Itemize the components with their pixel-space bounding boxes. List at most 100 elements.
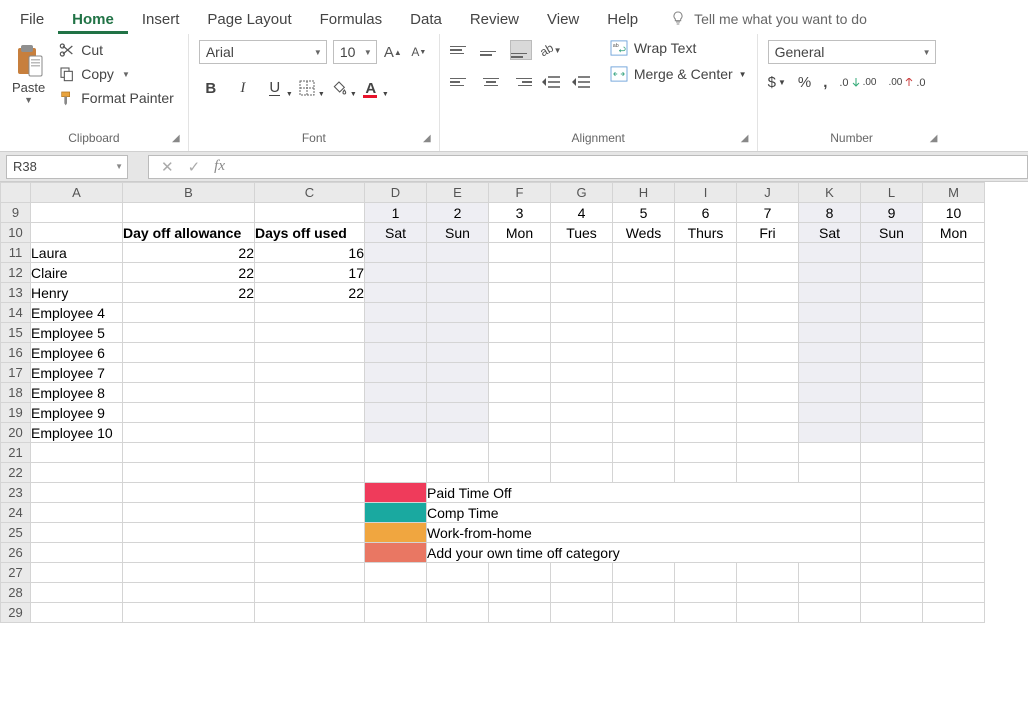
- cell-J9[interactable]: 7: [737, 203, 799, 223]
- cell-G20[interactable]: [551, 423, 613, 443]
- cell-B16[interactable]: [123, 343, 255, 363]
- cell-F11[interactable]: [489, 243, 551, 263]
- cell-H19[interactable]: [613, 403, 675, 423]
- cell-G18[interactable]: [551, 383, 613, 403]
- cell-E25[interactable]: Work-from-home: [427, 523, 861, 543]
- cell-F21[interactable]: [489, 443, 551, 463]
- cell-F17[interactable]: [489, 363, 551, 383]
- cell-L24[interactable]: [861, 503, 923, 523]
- cell-D14[interactable]: [365, 303, 427, 323]
- align-top-button[interactable]: [450, 40, 472, 60]
- dialog-launcher-icon[interactable]: ◢: [421, 133, 433, 145]
- cell-M17[interactable]: [923, 363, 985, 383]
- cell-H28[interactable]: [613, 583, 675, 603]
- cell-E13[interactable]: [427, 283, 489, 303]
- cell-E17[interactable]: [427, 363, 489, 383]
- cell-I27[interactable]: [675, 563, 737, 583]
- cell-G13[interactable]: [551, 283, 613, 303]
- cell-D27[interactable]: [365, 563, 427, 583]
- cell-B22[interactable]: [123, 463, 255, 483]
- cell-L15[interactable]: [861, 323, 923, 343]
- fill-color-button[interactable]: ▼: [327, 76, 351, 100]
- decrease-decimal-button[interactable]: .00.0: [888, 77, 925, 89]
- cell-C20[interactable]: [255, 423, 365, 443]
- cell-D25[interactable]: [365, 523, 427, 543]
- cell-L28[interactable]: [861, 583, 923, 603]
- cell-F20[interactable]: [489, 423, 551, 443]
- cell-J11[interactable]: [737, 243, 799, 263]
- col-header-B[interactable]: B: [123, 183, 255, 203]
- cell-K20[interactable]: [799, 423, 861, 443]
- menu-page-layout[interactable]: Page Layout: [193, 5, 305, 34]
- cell-H20[interactable]: [613, 423, 675, 443]
- cell-H15[interactable]: [613, 323, 675, 343]
- cell-A16[interactable]: Employee 6: [31, 343, 123, 363]
- cell-F28[interactable]: [489, 583, 551, 603]
- cell-M15[interactable]: [923, 323, 985, 343]
- cell-H29[interactable]: [613, 603, 675, 623]
- bold-button[interactable]: B: [199, 76, 223, 100]
- col-header-M[interactable]: M: [923, 183, 985, 203]
- cell-B11[interactable]: 22: [123, 243, 255, 263]
- cell-F15[interactable]: [489, 323, 551, 343]
- row-header-29[interactable]: 29: [1, 603, 31, 623]
- cell-J12[interactable]: [737, 263, 799, 283]
- row-header-15[interactable]: 15: [1, 323, 31, 343]
- cell-D10[interactable]: Sat: [365, 223, 427, 243]
- cell-J22[interactable]: [737, 463, 799, 483]
- cell-I21[interactable]: [675, 443, 737, 463]
- cell-A23[interactable]: [31, 483, 123, 503]
- cell-A28[interactable]: [31, 583, 123, 603]
- cell-I14[interactable]: [675, 303, 737, 323]
- cell-B29[interactable]: [123, 603, 255, 623]
- cell-C17[interactable]: [255, 363, 365, 383]
- cell-F19[interactable]: [489, 403, 551, 423]
- cell-D29[interactable]: [365, 603, 427, 623]
- formula-input[interactable]: [237, 155, 1028, 179]
- wrap-text-button[interactable]: ab Wrap Text: [610, 40, 747, 56]
- comma-format-button[interactable]: ,: [823, 74, 827, 91]
- cell-L16[interactable]: [861, 343, 923, 363]
- cell-B13[interactable]: 22: [123, 283, 255, 303]
- row-header-9[interactable]: 9: [1, 203, 31, 223]
- cell-F10[interactable]: Mon: [489, 223, 551, 243]
- menu-view[interactable]: View: [533, 5, 593, 34]
- accounting-format-button[interactable]: $▼: [768, 74, 786, 91]
- cell-B20[interactable]: [123, 423, 255, 443]
- row-header-23[interactable]: 23: [1, 483, 31, 503]
- cancel-icon[interactable]: ✕: [161, 158, 174, 176]
- cell-G21[interactable]: [551, 443, 613, 463]
- cut-button[interactable]: Cut: [55, 40, 178, 60]
- cell-L12[interactable]: [861, 263, 923, 283]
- col-header-H[interactable]: H: [613, 183, 675, 203]
- underline-button[interactable]: U▼: [263, 76, 287, 100]
- decrease-indent-button[interactable]: [540, 72, 562, 92]
- cell-E29[interactable]: [427, 603, 489, 623]
- fx-icon[interactable]: fx: [214, 158, 225, 175]
- row-header-24[interactable]: 24: [1, 503, 31, 523]
- cell-L27[interactable]: [861, 563, 923, 583]
- cell-C13[interactable]: 22: [255, 283, 365, 303]
- menu-data[interactable]: Data: [396, 5, 456, 34]
- cell-I13[interactable]: [675, 283, 737, 303]
- italic-button[interactable]: I: [231, 76, 255, 100]
- col-header-G[interactable]: G: [551, 183, 613, 203]
- cell-C25[interactable]: [255, 523, 365, 543]
- cell-M14[interactable]: [923, 303, 985, 323]
- cell-F9[interactable]: 3: [489, 203, 551, 223]
- cell-E14[interactable]: [427, 303, 489, 323]
- cell-B27[interactable]: [123, 563, 255, 583]
- cell-H12[interactable]: [613, 263, 675, 283]
- row-header-26[interactable]: 26: [1, 543, 31, 563]
- row-header-18[interactable]: 18: [1, 383, 31, 403]
- cell-G11[interactable]: [551, 243, 613, 263]
- font-name-select[interactable]: Arial▼: [199, 40, 327, 64]
- borders-button[interactable]: ▼: [295, 76, 319, 100]
- cell-C12[interactable]: 17: [255, 263, 365, 283]
- cell-C26[interactable]: [255, 543, 365, 563]
- cell-D18[interactable]: [365, 383, 427, 403]
- row-header-20[interactable]: 20: [1, 423, 31, 443]
- cell-L25[interactable]: [861, 523, 923, 543]
- cell-G12[interactable]: [551, 263, 613, 283]
- cell-C22[interactable]: [255, 463, 365, 483]
